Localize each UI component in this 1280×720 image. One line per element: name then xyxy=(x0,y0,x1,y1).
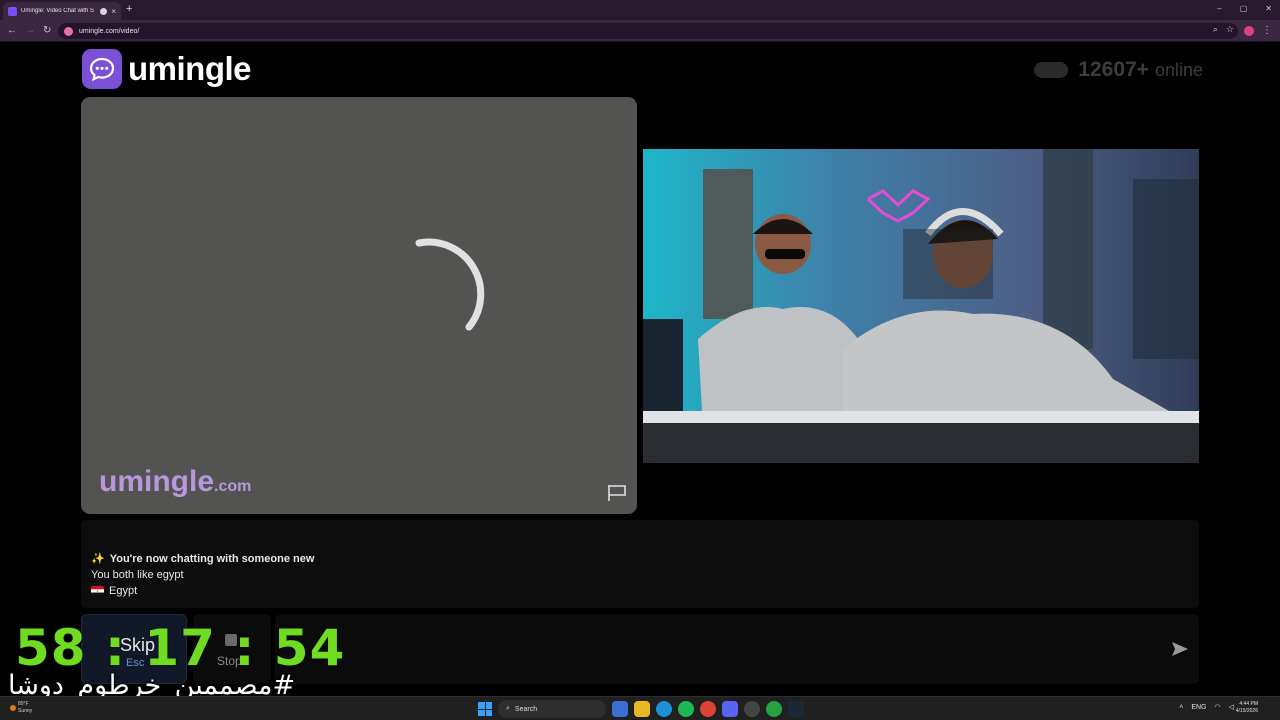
camera-feed-image xyxy=(643,149,1199,463)
sparkle-icon: ✨ xyxy=(91,553,105,565)
country-message: Egypt xyxy=(91,585,137,597)
copilot-icon[interactable] xyxy=(612,701,628,717)
umingle-logo[interactable]: umingle xyxy=(82,49,252,89)
weather-condition: Sunny xyxy=(18,708,33,714)
url-text: umingle.com/video/ xyxy=(79,27,140,35)
taskbar-clock[interactable]: 4:44 PM 4/15/2026 xyxy=(1236,701,1258,715)
address-bar[interactable]: umingle.com/video/ ⌕ ☆ xyxy=(58,23,1238,39)
zoom-icon[interactable]: ⌕ xyxy=(1213,24,1218,35)
windows-taskbar: 89°F Sunny ⌕ Search ˄ ENG ◠ ◁ 4:44 PM 4/… xyxy=(0,696,1280,720)
new-chat-message: You're now chatting with someone new xyxy=(109,552,315,565)
new-tab-button[interactable]: + xyxy=(126,3,132,15)
screen: Umingle: Video Chat with S × + – ▢ ✕ ← →… xyxy=(0,0,1280,720)
steam-icon[interactable] xyxy=(788,701,804,717)
back-arrow-icon[interactable]: ← xyxy=(7,25,17,36)
browser-menu-icon[interactable]: ⋮ xyxy=(1262,25,1272,36)
search-icon: ⌕ xyxy=(506,705,510,712)
weather-temp: 89°F xyxy=(18,701,29,707)
language-indicator[interactable]: ENG xyxy=(1191,704,1206,711)
country-text: Egypt xyxy=(109,585,138,597)
chat-bubble-icon xyxy=(82,49,122,89)
stranger-video: umingle.com xyxy=(81,97,637,514)
weather-sun-icon xyxy=(10,705,16,711)
umingle-page: umingle 12607+ online umingle.com ✨ You'… xyxy=(0,42,1280,696)
clock-time: 4:44 PM xyxy=(1239,701,1258,707)
browser-tab-bar: Umingle: Video Chat with S × + – ▢ ✕ xyxy=(0,0,1280,20)
system-tray: ˄ ENG ◠ ◁ xyxy=(1179,703,1234,712)
taskbar-search[interactable]: ⌕ Search xyxy=(498,700,606,718)
maximize-button[interactable]: ▢ xyxy=(1240,4,1248,13)
spotify-icon[interactable] xyxy=(678,701,694,717)
bookmark-star-icon[interactable]: ☆ xyxy=(1226,24,1234,35)
edge-icon[interactable] xyxy=(656,701,672,717)
profile-avatar[interactable] xyxy=(1244,26,1254,36)
watermark-domain: .com xyxy=(214,478,252,495)
chat-log: ✨ You're now chatting with someone new Y… xyxy=(81,520,1199,608)
online-label: online xyxy=(1154,59,1203,80)
wifi-icon[interactable]: ◠ xyxy=(1215,703,1221,711)
discord-icon[interactable] xyxy=(722,701,738,717)
weather-widget[interactable]: 89°F Sunny xyxy=(18,701,32,715)
app-green-icon[interactable] xyxy=(766,701,782,717)
tray-chevron-icon[interactable]: ˄ xyxy=(1179,704,1183,711)
tab-close-icon[interactable]: × xyxy=(111,7,116,16)
site-info-icon[interactable] xyxy=(64,26,73,36)
search-label: Search xyxy=(514,705,538,713)
omnibox-actions: ⌕ ☆ xyxy=(1213,24,1234,35)
browser-tab[interactable]: Umingle: Video Chat with S × xyxy=(3,2,121,20)
watermark-text: umingle xyxy=(99,465,215,498)
taskbar-apps: ⌕ Search xyxy=(478,700,804,718)
umingle-watermark: umingle.com xyxy=(99,465,251,499)
windows-start-icon[interactable] xyxy=(478,702,492,716)
chrome-icon[interactable] xyxy=(700,701,716,717)
file-explorer-icon[interactable] xyxy=(634,701,650,717)
tab-title: Umingle: Video Chat with S xyxy=(21,8,94,14)
egypt-flag-icon xyxy=(91,586,104,596)
clock-date: 4/15/2026 xyxy=(1235,708,1258,714)
online-count: 12607+ xyxy=(1078,58,1149,81)
online-toggle[interactable] xyxy=(1034,62,1069,78)
online-indicator: 12607+ online xyxy=(1034,58,1203,82)
umingle-favicon-icon xyxy=(8,6,17,16)
common-interest-text: You both like egypt xyxy=(91,569,184,581)
stream-timer: 58 : 17 : 54 xyxy=(15,619,346,677)
send-icon[interactable] xyxy=(1171,641,1189,657)
interest-message: You both like egypt xyxy=(91,569,184,581)
logo-text: umingle xyxy=(128,50,252,87)
forward-arrow-icon[interactable]: → xyxy=(25,25,35,36)
report-flag-icon[interactable] xyxy=(607,484,627,502)
close-window-button[interactable]: ✕ xyxy=(1265,4,1272,13)
browser-toolbar: ← → ↻ umingle.com/video/ ⌕ ☆ ⋮ xyxy=(0,20,1280,42)
system-message: ✨ You're now chatting with someone new xyxy=(91,552,315,566)
recording-indicator-icon xyxy=(100,7,108,15)
message-input[interactable] xyxy=(275,614,1199,684)
window-controls: – ▢ ✕ xyxy=(1217,4,1272,13)
self-camera-video xyxy=(643,149,1199,463)
volume-icon[interactable]: ◁ xyxy=(1229,703,1234,711)
loading-spinner-icon xyxy=(415,238,485,331)
reload-icon[interactable]: ↻ xyxy=(43,25,51,36)
minimize-button[interactable]: – xyxy=(1217,4,1221,13)
obs-icon[interactable] xyxy=(744,701,760,717)
